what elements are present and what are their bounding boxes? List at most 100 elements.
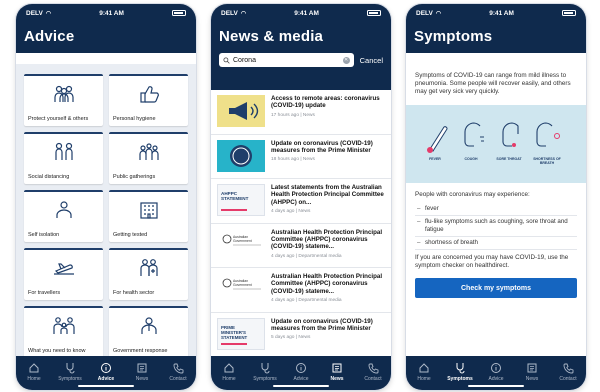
symptoms-body: Symptoms of COVID-19 can range from mild… [406,64,586,356]
check-symptoms-button[interactable]: Check my symptoms [415,278,577,299]
tile-isolation[interactable]: Self isolation [24,190,103,242]
tab-advice[interactable]: Advice [284,362,318,382]
clock: 9:41 AM [489,9,514,17]
search-input[interactable]: Corona ✕ [219,53,354,67]
news-meta: 4 days ago | Departmental media [271,298,342,304]
tile-protect[interactable]: Protect yourself & others [24,74,103,126]
tile-distancing[interactable]: Social distancing [24,132,103,184]
page-title: Advice [24,28,75,45]
tile-health-sector[interactable]: For health sector [109,248,188,300]
home-icon [224,363,234,373]
news-headline: Australian Health Protection Principal C… [271,273,383,295]
news-meta: 18 hours ago | News [271,157,315,163]
tab-news[interactable]: News [515,362,549,382]
crest-icon [222,278,261,290]
list-item[interactable]: Australian Government Australian Health … [211,224,391,268]
carrier-label: DELV [26,9,43,17]
tab-symptoms[interactable]: Symptoms [443,362,477,382]
news-headline: Latest statements from the Australian He… [271,184,384,206]
govt-thumbnail: Australian Government [217,273,265,305]
thermometer-icon [427,125,448,153]
clear-icon[interactable]: ✕ [342,56,350,64]
tab-label: Home [27,376,41,382]
battery-icon [366,10,381,16]
tile-label: What you need to know [28,348,86,354]
newspaper-icon [332,363,342,373]
tab-label: Advice [97,376,115,382]
news-meta: 5 days ago | News [271,335,311,341]
page-title: News & media [219,28,324,45]
phone-icon [563,363,574,374]
tab-home[interactable]: Home [17,362,51,382]
tab-symptoms[interactable]: Symptoms [53,362,87,382]
tab-label: Contact [169,376,187,382]
tab-label: Advice [293,376,309,382]
tab-label: Home [417,376,431,382]
tile-label: Government response [113,348,168,354]
tab-label: Symptoms [58,376,82,382]
symptoms-intro: Symptoms of COVID-19 can range from mild… [415,72,571,96]
wifi-icon: ◠ [435,10,442,17]
symptom-caption: FEVER [429,156,441,161]
pm-statement-thumbnail: PRIME MINISTER'S STATEMENT [217,317,265,350]
tab-contact[interactable]: Contact [356,362,390,382]
tile-label: For travellers [28,290,61,296]
tab-advice[interactable]: Advice [89,362,123,382]
tile-gatherings[interactable]: Public gatherings [109,132,188,184]
tile-label: Personal hygiene [113,116,156,122]
tile-hygiene[interactable]: Personal hygiene [109,74,188,126]
info-icon [101,363,111,373]
symptoms-list: fever flu-like symptoms such as coughing… [415,203,577,250]
tab-news[interactable]: News [125,362,159,382]
ahppc-thumbnail-label: AHPPC STATEMENT [221,191,249,202]
tab-home[interactable]: Home [407,362,441,382]
status-bar: DELV ◠ 9:41 AM [16,4,196,22]
tab-bar: Home Symptoms Advice News Contact [211,356,391,390]
health-worker-icon [139,259,158,276]
tab-label: Symptoms [447,376,473,382]
tab-advice[interactable]: Advice [479,362,513,382]
sore-throat-icon [502,122,519,147]
carrier-label: DELV [221,9,238,17]
home-icon [29,363,39,373]
tile-government[interactable]: Government response [109,306,188,356]
advice-grid: Protect yourself & others Personal hygie… [24,74,188,356]
list-item[interactable]: AHPPC STATEMENT Latest statements from t… [211,179,391,224]
stethoscope-icon [456,363,465,374]
symptoms-screen: DELV ◠ 9:41 AM Symptoms Symptoms of COVID… [406,4,586,390]
tile-travellers[interactable]: For travellers [24,248,103,300]
tab-label: News [525,376,539,382]
list-item[interactable]: Access to remote areas: coronavirus (COV… [211,90,391,135]
tile-need-to-know[interactable]: What you need to know [24,306,103,356]
tile-label: Self isolation [28,232,60,238]
list-item[interactable]: PRIME MINISTER'S STATEMENT Update on cor… [211,313,391,357]
battery-icon [561,10,576,16]
tab-contact[interactable]: Contact [551,362,585,382]
building-icon [139,202,158,219]
two-people-icon [54,142,73,160]
symptom-caption: SORE THROAT [496,156,522,161]
news-meta: 4 days ago | News [271,209,311,215]
cough-icon [464,122,484,147]
crest-icon [222,234,261,245]
news-headline: Update on coronavirus (COVID-19) measure… [271,317,373,332]
home-indicator [468,385,524,387]
news-headline: Access to remote areas: coronavirus (COV… [271,95,380,110]
tab-home[interactable]: Home [212,362,246,382]
list-item[interactable]: Update on coronavirus (COVID-19) measure… [211,135,391,179]
tab-contact[interactable]: Contact [161,362,195,382]
pm-thumbnail-label: PRIME MINISTER'S STATEMENT [221,324,248,340]
cancel-button[interactable]: Cancel [360,56,383,65]
tile-label: Social distancing [28,174,70,180]
plane-icon [53,263,74,275]
tab-label: Contact [559,376,577,382]
tile-label: Getting tested [113,232,148,238]
tile-testing[interactable]: Getting tested [109,190,188,242]
tab-symptoms[interactable]: Symptoms [248,362,282,382]
list-item[interactable]: Australian Government Australian Health … [211,268,391,313]
ahppc-thumbnail: AHPPC STATEMENT [217,184,265,216]
tab-news[interactable]: News [320,362,354,382]
clock: 9:41 AM [99,9,124,17]
status-bar: DELV ◠ 9:41 AM [406,4,586,22]
news-meta: 17 hours ago | News [271,112,315,118]
